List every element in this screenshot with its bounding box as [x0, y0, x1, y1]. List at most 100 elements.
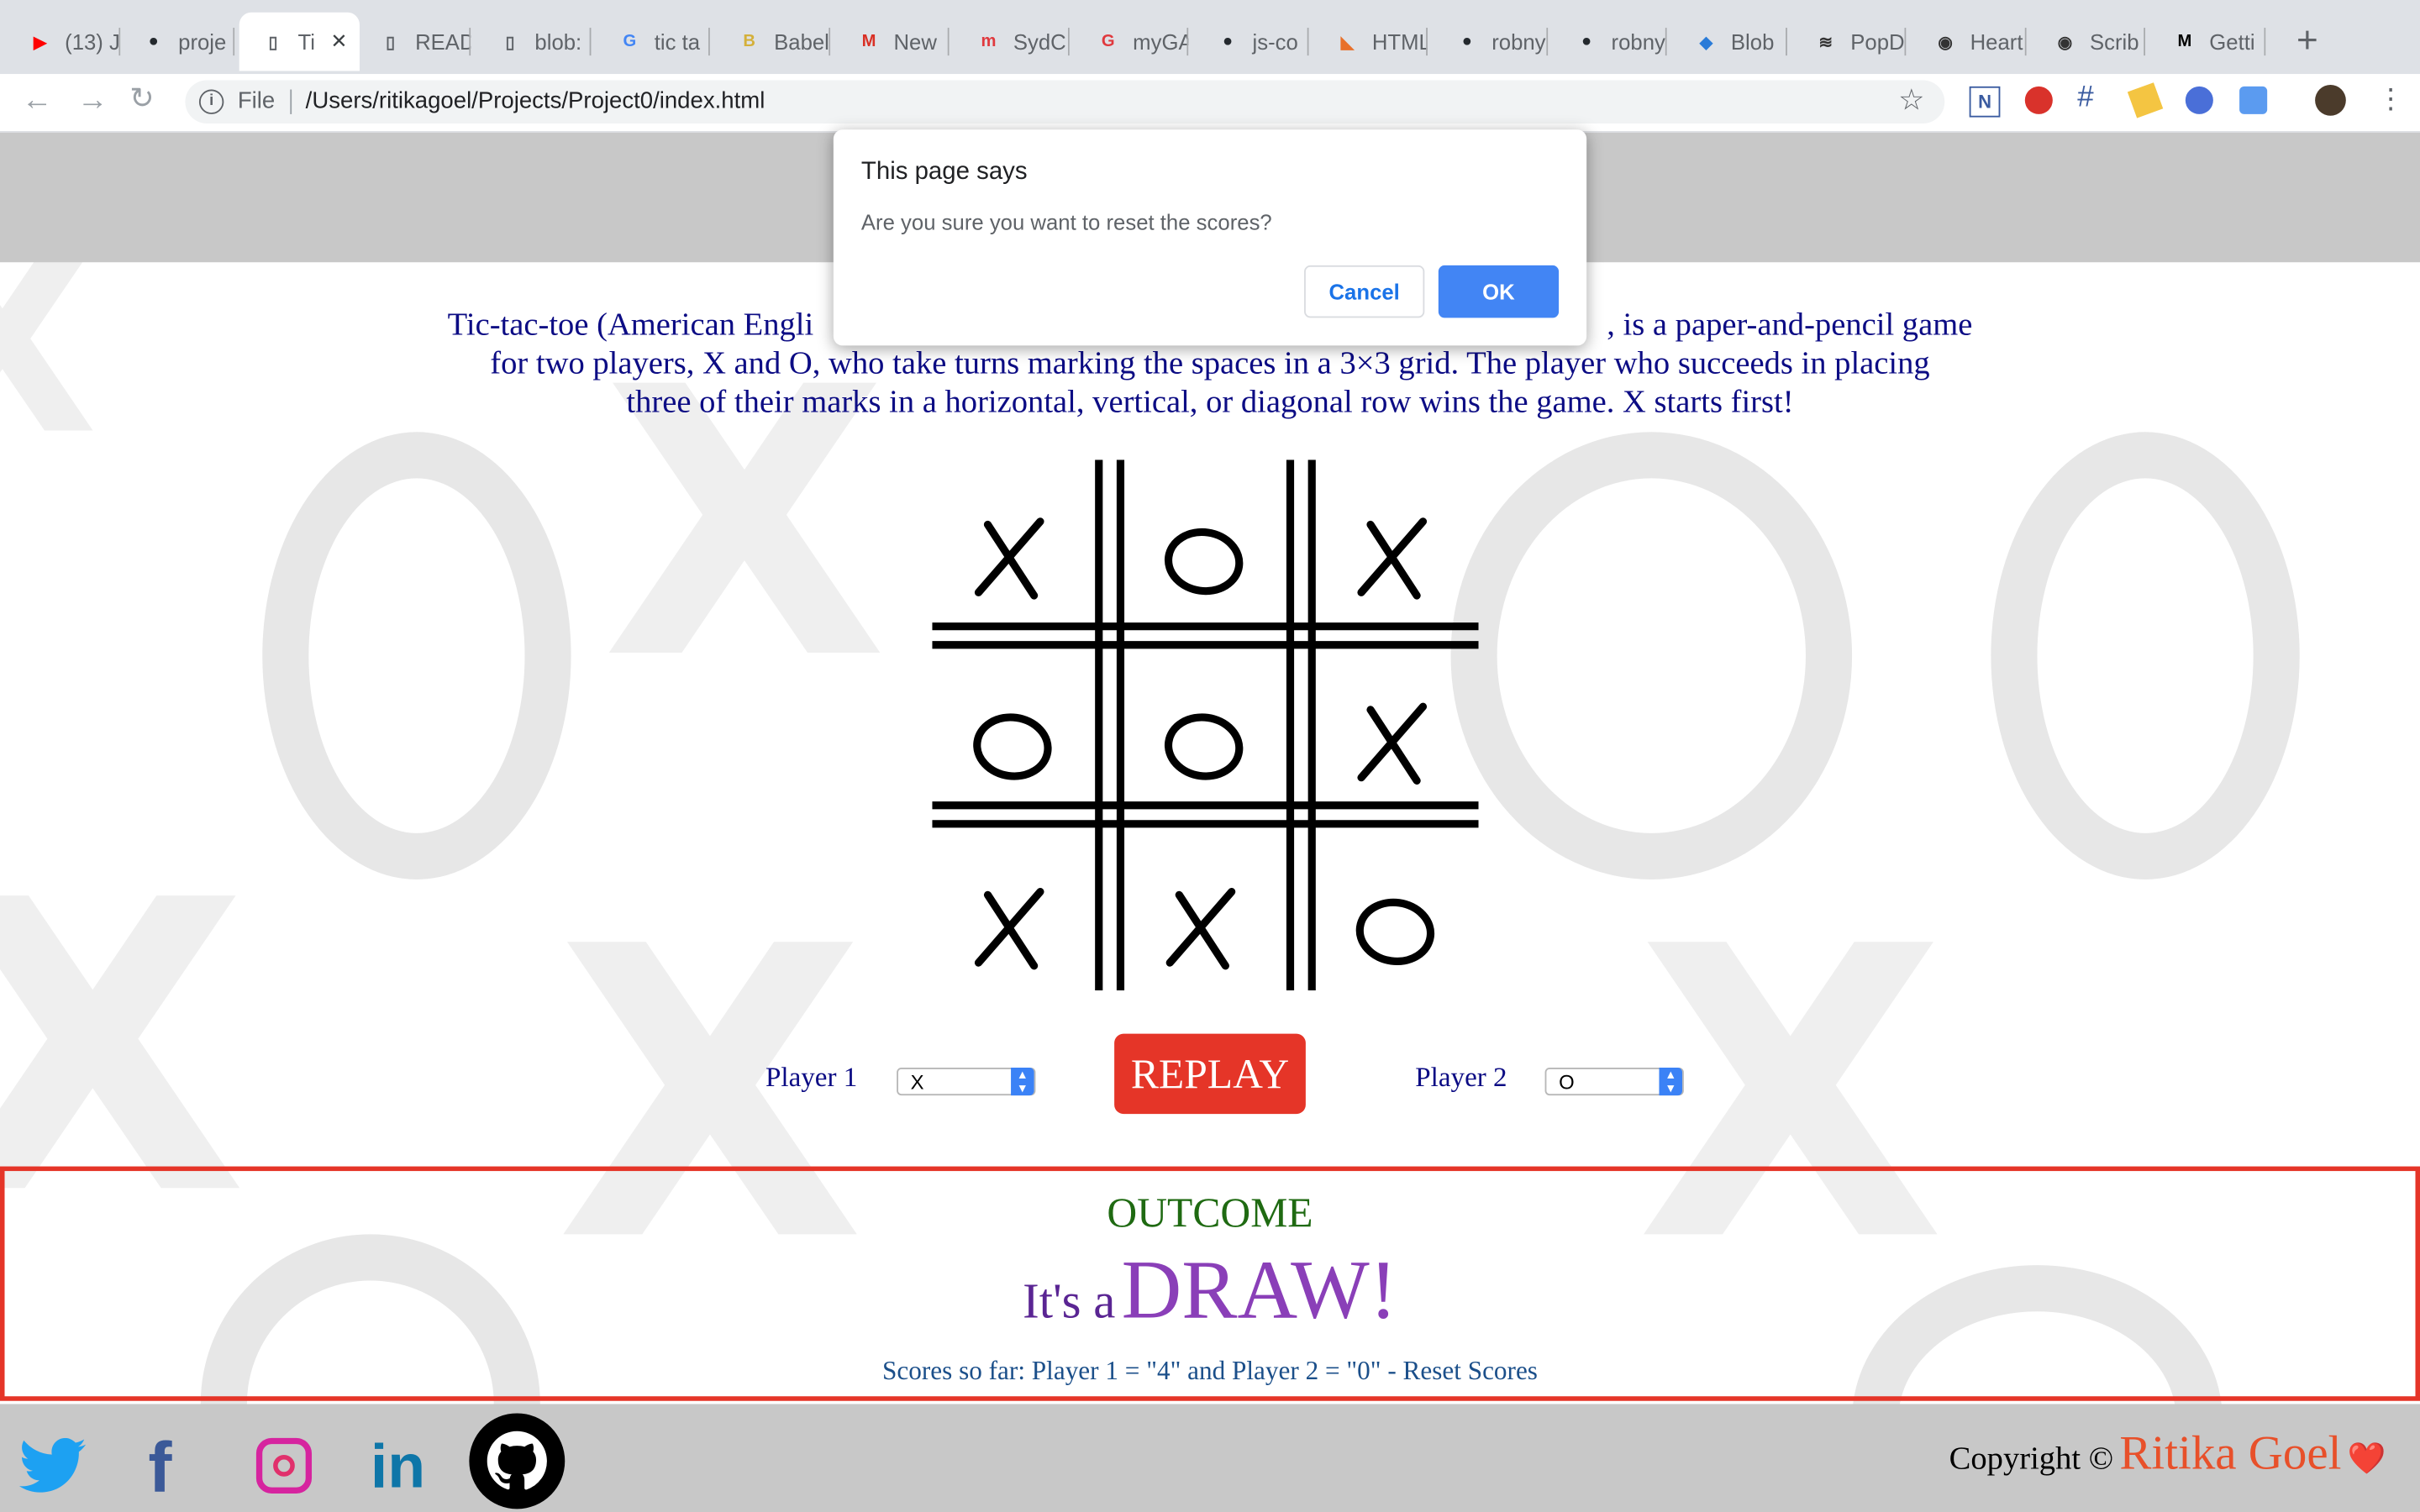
meetup-icon: m [981, 32, 997, 51]
select-arrows-icon: ▴ ▾ [1011, 1067, 1034, 1096]
o-mark [1355, 898, 1435, 966]
page-icon: ▯ [268, 33, 278, 52]
tab-label: HTML [1371, 29, 1428, 55]
browser-tab[interactable]: GmyGA [1074, 13, 1189, 71]
extension-globe-icon[interactable] [2185, 86, 2213, 114]
browser-tab[interactable]: Gtic ta [596, 13, 710, 71]
tab-label: tic ta [654, 29, 701, 55]
cancel-button[interactable]: Cancel [1304, 265, 1425, 318]
gmail-icon: M [861, 32, 876, 51]
google-icon: G [623, 32, 637, 51]
extension-shield-icon[interactable] [2024, 86, 2053, 114]
board-cell[interactable] [932, 837, 1092, 997]
tab-label: blob: [534, 29, 582, 55]
board-cell[interactable] [1123, 837, 1284, 997]
browser-tab[interactable]: M Getti [2150, 13, 2265, 71]
info-icon[interactable]: i [198, 89, 224, 114]
tab-label: READ [415, 29, 471, 55]
page-icon: ▯ [505, 33, 515, 52]
author-name[interactable]: Ritika Goel [2119, 1425, 2341, 1479]
board-cell[interactable] [1315, 837, 1476, 997]
description-line-3: three of their marks in a horizontal, ve… [626, 382, 1794, 420]
tab-separator [947, 28, 950, 56]
tab-separator [2023, 28, 2026, 56]
extension-crop-icon[interactable]: # [2077, 81, 2093, 115]
tab-label: Scrib [2089, 29, 2139, 55]
url-text[interactable]: /Users/ritikagoel/Projects/Project0/inde… [306, 81, 765, 123]
browser-tab[interactable]: ● robny [1433, 13, 1548, 71]
dialog-title: This page says [860, 159, 1028, 186]
select-arrows-icon: ▴ ▾ [1659, 1067, 1683, 1096]
browser-tab[interactable]: B Babel [715, 13, 830, 71]
forward-button[interactable]: → [77, 83, 108, 118]
tab-separator [1426, 28, 1428, 56]
tab-separator [708, 28, 710, 56]
tab-separator [1665, 28, 1667, 56]
outcome-prefix: It's a [1023, 1273, 1116, 1329]
outcome-draw: DRAW! [1121, 1243, 1397, 1336]
github-icon: ● [1223, 32, 1234, 51]
player1-select[interactable]: X ▴ ▾ [897, 1067, 1036, 1096]
page-icon: ▯ [386, 33, 396, 52]
browser-tab[interactable]: ◆ Blob [1672, 13, 1787, 71]
o-mark [1164, 713, 1244, 780]
board-cell[interactable] [932, 651, 1092, 811]
address-bar[interactable]: i File /Users/ritikagoel/Projects/Projec… [185, 80, 1945, 123]
reload-button[interactable]: ↻ [129, 81, 154, 117]
profile-avatar[interactable] [2315, 85, 2346, 116]
x-mark [974, 888, 1044, 970]
browser-tab[interactable]: ▯ Ti ✕ [239, 12, 360, 71]
bookmark-star-icon[interactable]: ☆ [1898, 83, 1924, 118]
scores-text[interactable]: Scores so far: Player 1 = "4" and Player… [5, 1356, 2416, 1387]
browser-tab[interactable]: ● robny [1553, 13, 1667, 71]
tab-label: myGA [1133, 29, 1189, 55]
browser-tab[interactable]: m SydC [955, 13, 1069, 71]
linkedin-icon[interactable]: in [371, 1431, 425, 1502]
url-divider [290, 89, 292, 114]
tab-separator [1067, 28, 1069, 56]
browser-tab[interactable]: ● js-co [1194, 13, 1308, 71]
board-cell[interactable] [1315, 651, 1476, 811]
twitter-icon[interactable] [18, 1437, 87, 1494]
menu-icon[interactable]: ⋮ [2377, 81, 2405, 115]
tab-separator [1545, 28, 1548, 56]
tab-label: Babel [774, 29, 829, 55]
ok-button[interactable]: OK [1438, 265, 1560, 318]
extension-pencil-icon[interactable] [2127, 82, 2164, 118]
new-tab-button[interactable]: + [2296, 15, 2318, 67]
tab-separator [1186, 28, 1189, 56]
browser-tab[interactable]: ▯ blob: [476, 13, 591, 71]
youtube-icon: ▶ [33, 33, 47, 52]
heart-site-icon: ◉ [1938, 33, 1954, 52]
instagram-icon[interactable] [255, 1437, 313, 1494]
extension-code-icon[interactable] [2239, 86, 2268, 114]
board-cell[interactable] [1315, 466, 1476, 627]
browser-tab[interactable]: ▯ READ [356, 13, 471, 71]
back-button[interactable]: ← [22, 83, 53, 118]
player1-label: Player 1 [765, 1061, 858, 1093]
board-cell[interactable] [932, 466, 1092, 627]
extension-n-icon[interactable]: N [1969, 86, 2001, 118]
tab-label: Ti [297, 29, 315, 55]
url-scheme: File [237, 87, 276, 114]
facebook-icon[interactable]: f [148, 1431, 171, 1502]
github-icon[interactable] [469, 1413, 566, 1509]
browser-tab[interactable]: ◣ HTML [1313, 13, 1428, 71]
tab-separator [469, 28, 471, 56]
game-board [932, 459, 1479, 991]
player2-select[interactable]: O ▴ ▾ [1544, 1067, 1684, 1096]
board-cell[interactable] [1123, 466, 1284, 627]
tab-label: Getti [2209, 29, 2255, 55]
tab-label: (13) J [65, 29, 120, 55]
browser-tab[interactable]: M New [835, 13, 950, 71]
browser-tab[interactable]: ◉ Heart [1912, 13, 2026, 71]
browser-tab[interactable]: ≋ PopD [1791, 13, 1907, 71]
browser-tab[interactable]: ◉ Scrib [2031, 13, 2146, 71]
browser-tab[interactable]: ▶ (13) J [6, 13, 121, 71]
close-tab-icon[interactable]: ✕ [330, 29, 347, 54]
outcome-heading: OUTCOME [1107, 1189, 1313, 1236]
replay-button[interactable]: REPLAY [1114, 1033, 1306, 1115]
confirm-dialog: This page says Are you sure you want to … [833, 129, 1587, 346]
browser-tab[interactable]: ● proje [119, 13, 234, 71]
board-cell[interactable] [1123, 651, 1284, 811]
